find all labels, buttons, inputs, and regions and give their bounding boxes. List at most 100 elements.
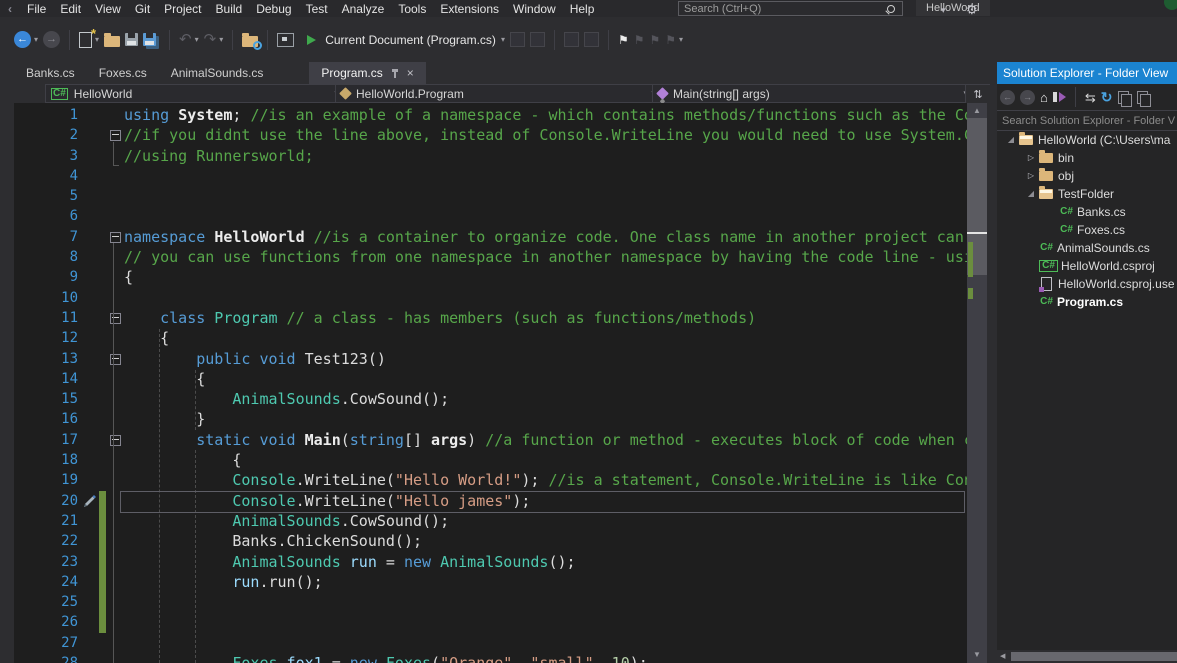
home-icon[interactable]: ⌂	[1040, 91, 1048, 104]
navigate-back-dropdown-icon[interactable]: ▾	[34, 35, 38, 44]
code-line-8[interactable]: 8 // you can use functions from one names…	[14, 247, 967, 267]
tree-item-banks-cs[interactable]: C# Banks.cs	[997, 203, 1177, 221]
code-line-6[interactable]: 6	[14, 206, 967, 226]
expander-icon[interactable]: ◢	[1003, 136, 1019, 144]
code-line-13[interactable]: 13 public void Test123()	[14, 349, 967, 369]
run-target-label[interactable]: Current Document (Program.cs)	[325, 33, 496, 47]
menu-help[interactable]: Help	[563, 2, 602, 16]
code-line-17[interactable]: 17 static void Main(string[] args) //a fu…	[14, 430, 967, 450]
navigate-forward-button[interactable]: →	[43, 31, 61, 48]
code-line-18[interactable]: 18 {	[14, 450, 967, 470]
expander-icon[interactable]: ▷	[1023, 154, 1039, 162]
fold-toggle-icon[interactable]	[110, 130, 121, 142]
toggle-bookmark-button[interactable]: ⚑	[618, 34, 629, 46]
toolbar-overflow-icon[interactable]: ▾	[679, 35, 683, 44]
tab-program-cs[interactable]: Program.cs ×	[309, 62, 426, 84]
member-dropdown[interactable]: Main(string[] args) ▾	[652, 84, 974, 103]
code-line-11[interactable]: 11 class Program // a class - has members…	[14, 308, 967, 328]
close-icon[interactable]: ×	[407, 67, 414, 79]
open-file-icon[interactable]	[104, 32, 121, 47]
pin-icon[interactable]	[390, 68, 400, 79]
tab-list-dropdown-icon[interactable]: ▾	[941, 5, 946, 16]
refresh-icon[interactable]: ↻	[1101, 90, 1113, 104]
scroll-up-icon[interactable]: ▲	[967, 107, 987, 115]
save-button[interactable]	[125, 33, 139, 46]
tree-item-helloworld-csproj[interactable]: C# HelloWorld.csproj	[997, 257, 1177, 275]
code-line-22[interactable]: 22 Banks.ChickenSound();	[14, 531, 967, 551]
show-all-files-icon[interactable]	[1117, 90, 1132, 107]
se-search-box[interactable]: Search Solution Explorer - Folder V	[997, 110, 1177, 131]
menu-edit[interactable]: Edit	[53, 2, 88, 16]
code-line-9[interactable]: 9{	[14, 267, 967, 287]
menu-view[interactable]: View	[88, 2, 128, 16]
tree-item-helloworld-csproj-use[interactable]: HelloWorld.csproj.use	[997, 275, 1177, 293]
fold-toggle-icon[interactable]	[110, 353, 121, 365]
undo-dropdown-icon[interactable]: ▾	[195, 35, 199, 44]
se-horizontal-scrollbar[interactable]: ◀	[997, 650, 1177, 663]
code-line-27[interactable]: 27	[14, 633, 967, 653]
search-box[interactable]: Search (Ctrl+Q)	[678, 1, 903, 16]
scrollbar-thumb[interactable]	[1011, 652, 1177, 661]
run-target-dropdown-icon[interactable]: ▾	[501, 35, 505, 44]
code-line-24[interactable]: 24 run.run();	[14, 572, 967, 592]
new-file-icon[interactable]	[79, 26, 96, 48]
project-dropdown[interactable]: C# HelloWorld ▾	[45, 84, 345, 103]
gear-icon[interactable]: ⚙	[966, 3, 978, 16]
menu-project[interactable]: Project	[157, 2, 208, 16]
tree-item-bin[interactable]: ▷ bin	[997, 149, 1177, 167]
tab-animalsounds-cs[interactable]: AnimalSounds.cs	[159, 62, 276, 84]
code-line-5[interactable]: 5	[14, 186, 967, 206]
redo-dropdown-icon[interactable]: ▾	[219, 35, 223, 44]
expander-icon[interactable]: ◢	[1023, 190, 1039, 198]
code-line-2[interactable]: 2 //if you didnt use the line above, inst…	[14, 125, 967, 145]
code-line-16[interactable]: 16}	[14, 409, 967, 429]
tab-banks-cs[interactable]: Banks.cs	[14, 62, 87, 84]
menu-tools[interactable]: Tools	[391, 2, 433, 16]
split-editor-button[interactable]: ⇅	[965, 84, 990, 103]
avatar[interactable]	[1164, 0, 1177, 10]
scroll-down-icon[interactable]: ▼	[967, 651, 987, 659]
code-line-10[interactable]: 10	[14, 288, 967, 308]
menu-build[interactable]: Build	[209, 2, 250, 16]
code-line-23[interactable]: 23 AnimalSounds run = new AnimalSounds();	[14, 552, 967, 572]
tree-item-program-cs[interactable]: C# Program.cs	[997, 293, 1177, 311]
code-line-19[interactable]: 19 Console.WriteLine("Hello World!"); //i…	[14, 470, 967, 490]
preview-icon[interactable]	[277, 32, 295, 47]
type-dropdown[interactable]: HelloWorld.Program ▾	[335, 84, 662, 103]
code-line-21[interactable]: 21 AnimalSounds.CowSound();	[14, 511, 967, 531]
tree-item-foxes-cs[interactable]: C# Foxes.cs	[997, 221, 1177, 239]
switch-views-icon[interactable]	[1052, 91, 1066, 103]
tree-item-obj[interactable]: ▷ obj	[997, 167, 1177, 185]
code-line-1[interactable]: 1 using System; //is an example of a name…	[14, 105, 967, 125]
undo-button[interactable]: ↶	[179, 32, 192, 47]
fold-toggle-icon[interactable]	[110, 434, 121, 446]
save-all-button[interactable]	[143, 33, 157, 46]
code-line-4[interactable]: 4	[14, 166, 967, 186]
fold-toggle-icon[interactable]	[110, 312, 121, 324]
menu-debug[interactable]: Debug	[249, 2, 298, 16]
start-run-icon[interactable]	[307, 34, 317, 45]
tab-foxes-cs[interactable]: Foxes.cs	[87, 62, 159, 84]
collapse-all-icon[interactable]	[1136, 90, 1151, 107]
fold-toggle-icon[interactable]	[110, 231, 121, 243]
code-line-28[interactable]: 28 Foxes fox1 = new Foxes("Orange", "smal…	[14, 653, 967, 663]
menu-file[interactable]: File	[20, 2, 53, 16]
menu-test[interactable]: Test	[299, 2, 335, 16]
expander-icon[interactable]: ▷	[1023, 172, 1039, 180]
code-line-15[interactable]: 15 AnimalSounds.CowSound();	[14, 389, 967, 409]
menu-git[interactable]: Git	[128, 2, 157, 16]
sync-with-active-document-icon[interactable]: ⇆	[1085, 91, 1096, 104]
redo-button[interactable]: ↷	[204, 32, 217, 47]
scroll-left-icon[interactable]: ◀	[1000, 653, 1005, 660]
code-line-12[interactable]: 12 {	[14, 328, 967, 348]
menu-analyze[interactable]: Analyze	[335, 2, 392, 16]
code-line-3[interactable]: 3 //using Runnersworld;	[14, 146, 967, 166]
navigate-back-button[interactable]: ←	[14, 31, 31, 48]
code-editor[interactable]: 1 using System; //is an example of a name…	[14, 103, 967, 663]
code-line-26[interactable]: 26	[14, 612, 967, 632]
editor-vertical-scrollbar[interactable]: ▲ ▼	[967, 103, 987, 663]
account-label[interactable]: HelloWorld	[916, 0, 990, 16]
menu-window[interactable]: Window	[506, 2, 563, 16]
tree-item-testfolder[interactable]: ◢ TestFolder	[997, 185, 1177, 203]
find-in-files-icon[interactable]	[242, 32, 263, 50]
